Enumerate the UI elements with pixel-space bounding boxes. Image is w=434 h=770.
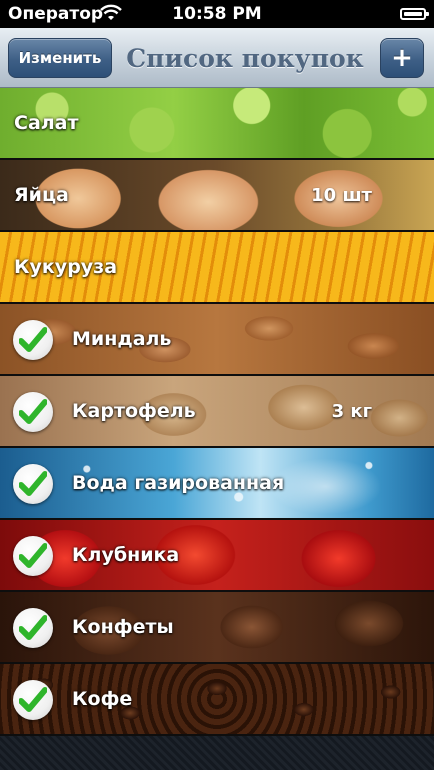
add-item-button[interactable]: + [380,38,424,78]
list-item[interactable]: Картофель 3 кг [0,376,434,448]
battery-icon [400,8,429,20]
page-title: Список покупок [126,43,364,73]
list-item[interactable]: Яйца 10 шт [0,160,434,232]
item-name: Салат [14,112,79,134]
list-item[interactable]: Кофе [0,664,434,736]
item-name: Картофель [72,400,196,422]
status-time: 10:58 PM [172,4,262,24]
list-footer [0,736,434,770]
list-item[interactable]: Вода газированная [0,448,434,520]
list-item[interactable]: Салат [0,88,434,160]
shopping-list: Салат Яйца 10 шт Кукуруза Миндаль Картоф… [0,88,434,736]
navigation-bar: Изменить Список покупок + [0,28,434,88]
item-quantity: 10 шт [311,184,372,206]
item-quantity: 3 кг [331,400,372,422]
item-name: Вода газированная [72,472,285,494]
checkmark-icon[interactable] [13,608,53,648]
item-name: Клубника [72,544,180,566]
list-item[interactable]: Клубника [0,520,434,592]
edit-button[interactable]: Изменить [8,38,112,78]
checkmark-icon[interactable] [13,464,53,504]
item-name: Кофе [72,688,133,710]
checkmark-icon[interactable] [13,536,53,576]
item-name: Кукуруза [14,256,118,278]
status-bar: Оператор 10:58 PM [0,0,434,28]
list-item[interactable]: Конфеты [0,592,434,664]
list-item[interactable]: Кукуруза [0,232,434,304]
list-item[interactable]: Миндаль [0,304,434,376]
checkmark-icon[interactable] [13,320,53,360]
checkmark-icon[interactable] [13,680,53,720]
item-name: Миндаль [72,328,172,350]
item-name: Яйца [14,184,69,206]
checkmark-icon[interactable] [13,392,53,432]
item-name: Конфеты [72,616,174,638]
